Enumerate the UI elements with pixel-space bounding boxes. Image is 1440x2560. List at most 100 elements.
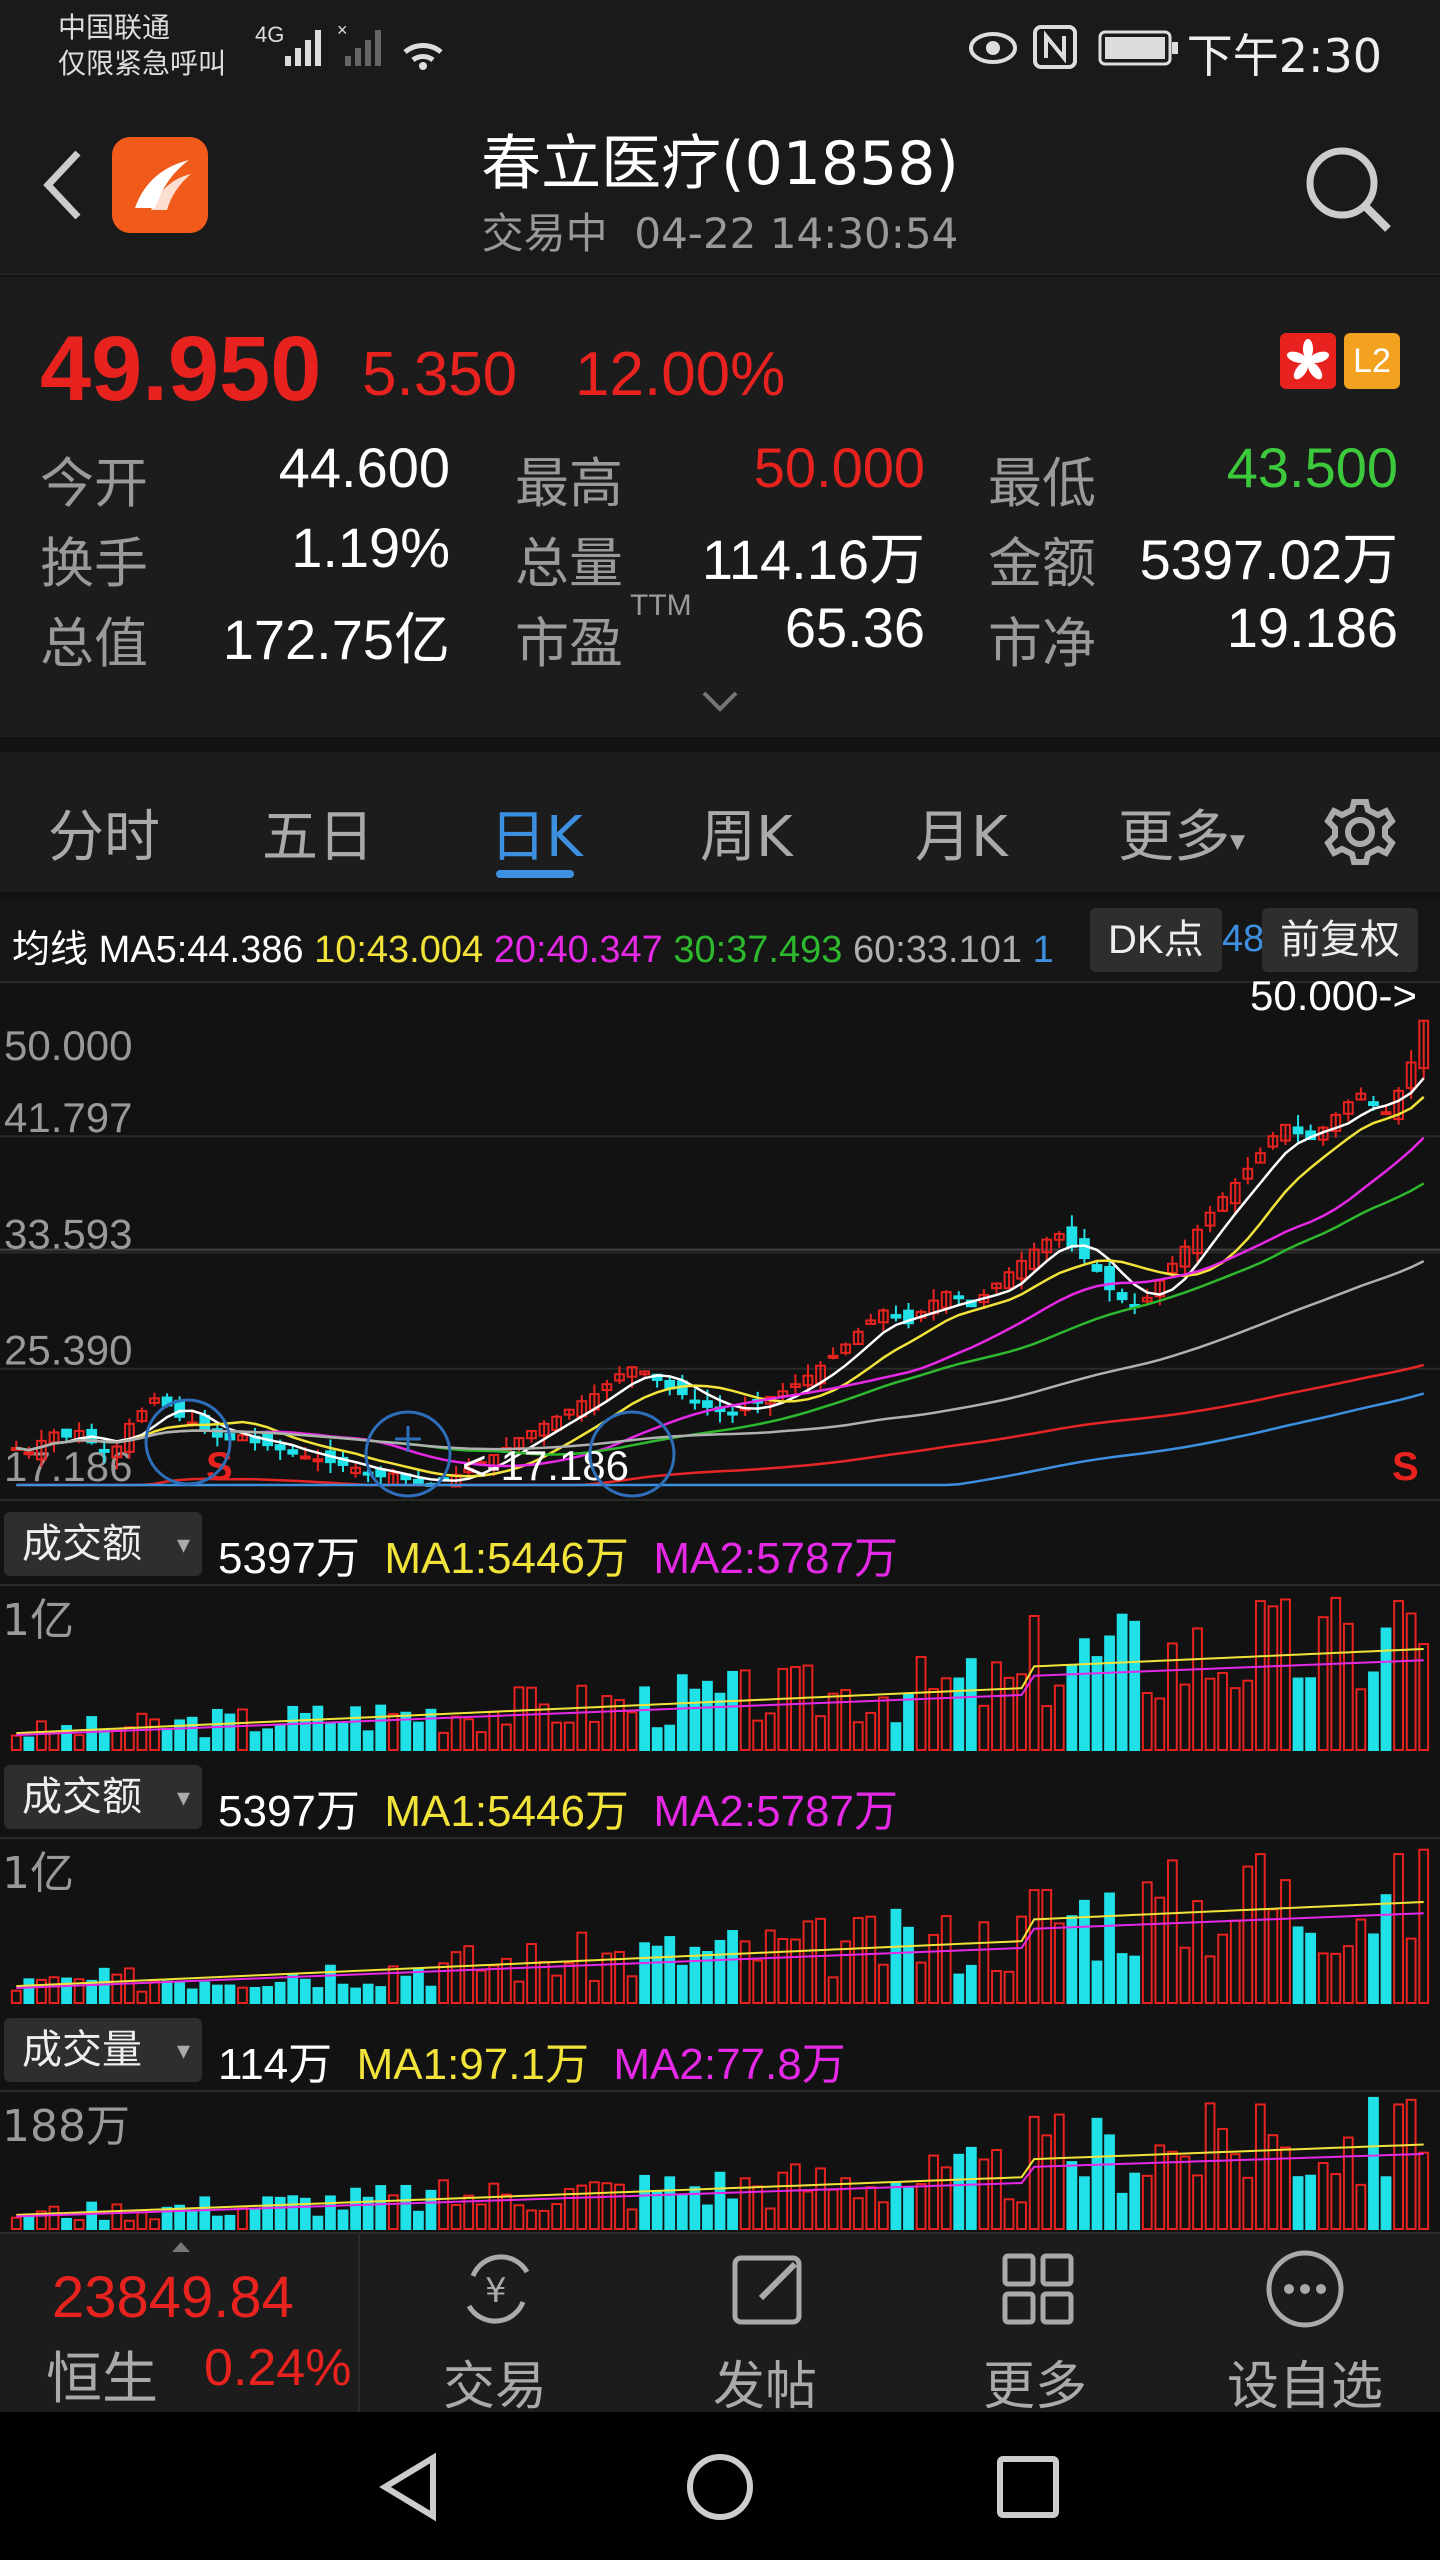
- ma5-value: MA5:44.386: [98, 929, 304, 971]
- volume-bar: [312, 1705, 324, 1751]
- y-tick-label: 41.797: [4, 1094, 132, 1141]
- indicator-dropdown[interactable]: 成交额 ▾: [4, 1512, 202, 1576]
- add-watchlist-button[interactable]: 设自选: [1170, 2234, 1440, 2417]
- volume-bar: [1267, 1908, 1279, 2004]
- tab-daily-k[interactable]: 日K: [490, 792, 583, 873]
- volume-bar: [1254, 1600, 1266, 1752]
- volume-bar: [488, 1964, 500, 2005]
- volume-bar: [513, 1980, 525, 2004]
- chevron-down-icon[interactable]: [700, 689, 740, 715]
- signal-marker: S: [1392, 1445, 1419, 1489]
- candle-body: [727, 1411, 738, 1416]
- dk-point-button[interactable]: DK点: [1090, 908, 1222, 972]
- sub-chart-header: 成交额 ▾ 5397万 MA1:5446万 MA2:5787万: [0, 1500, 1440, 1585]
- volume-bar: [1053, 1922, 1065, 2004]
- volume-bar: [425, 1985, 437, 2005]
- volume-bar: [1355, 1918, 1367, 2004]
- volume-bar: [1003, 2198, 1015, 2231]
- volume-bar: [1091, 1960, 1103, 2004]
- volume-bar: [1305, 1932, 1317, 2005]
- volume-bar: [940, 2166, 952, 2231]
- volume-bar: [639, 2174, 651, 2230]
- nav-home-icon[interactable]: [685, 2452, 755, 2522]
- volume-bar: [903, 1694, 914, 1751]
- indicator-ma1: MA1:5446万: [384, 1787, 629, 1836]
- tab-more[interactable]: 更多▾: [1118, 792, 1245, 873]
- volume-bar: [513, 2204, 525, 2231]
- nav-back-icon[interactable]: [375, 2452, 445, 2522]
- volume-bar: [1041, 1705, 1053, 1751]
- carrier-line2: 仅限紧急呼叫: [58, 47, 227, 80]
- candle-body: [1066, 1226, 1078, 1248]
- volume-bar: [601, 2182, 613, 2230]
- more-button[interactable]: 更多: [900, 2234, 1170, 2417]
- tab-five-day[interactable]: 五日: [262, 792, 374, 873]
- volume-bar: [350, 2187, 361, 2231]
- post-button[interactable]: 发帖: [630, 2234, 900, 2417]
- volume-bar: [400, 1711, 412, 1751]
- volume-bar: [199, 2196, 211, 2231]
- battery-icon: [1098, 30, 1178, 66]
- volume-bar: [86, 2201, 98, 2230]
- stat-label: 市净: [988, 612, 1096, 675]
- volume-bar: [1229, 2153, 1241, 2231]
- volume-bar: [903, 1926, 914, 2004]
- indicator-dropdown[interactable]: 成交额 ▾: [4, 1765, 202, 1829]
- volume-bar: [1053, 2113, 1065, 2230]
- status-bar: 中国联通 仅限紧急呼叫 4G × 下午2:30: [0, 0, 1440, 95]
- volume-bar: [98, 1967, 110, 2004]
- search-icon[interactable]: [1300, 141, 1396, 237]
- volume-bar: [299, 1978, 311, 2005]
- stat-label: 最高: [515, 452, 623, 515]
- y-tick-label: 33.593: [4, 1211, 132, 1258]
- volume-bar: [287, 2195, 299, 2230]
- trade-button[interactable]: ¥ 交易: [360, 2234, 630, 2417]
- page-title: 春立医疗(01858): [481, 129, 959, 199]
- bottom-bar: 23849.84 恒生 0.24% ¥ 交易 发帖 更多 设自选: [0, 2232, 1440, 2417]
- volume-bar: [890, 1908, 902, 2005]
- adjust-button[interactable]: 前复权: [1262, 908, 1418, 972]
- volume-bar: [1355, 2183, 1367, 2230]
- volume-bar: [526, 1943, 537, 2004]
- candle-body: [1091, 1264, 1103, 1272]
- stat-value: 50.000: [753, 436, 925, 499]
- volume-bar: [551, 1721, 563, 1752]
- volume-bar: [651, 2190, 663, 2231]
- volume-bar: [413, 2210, 424, 2230]
- volume-bar: [840, 1940, 852, 2005]
- volume-bar: [1242, 1865, 1254, 2005]
- volume-bar: [161, 1980, 173, 2004]
- indicator-ma2: MA2:5787万: [653, 1534, 898, 1583]
- volume-bar: [287, 1705, 299, 1752]
- tab-intraday[interactable]: 分时: [48, 792, 160, 873]
- trade-datetime: 04-22 14:30:54: [634, 209, 959, 258]
- volume-bar: [1041, 2134, 1053, 2231]
- candle-body: [890, 1314, 902, 1319]
- volume-bar: [626, 1975, 638, 2004]
- volume-bar: [400, 1975, 412, 2004]
- volume-bar: [488, 2182, 500, 2231]
- volume-bar: [551, 2203, 563, 2230]
- active-tab-indicator: [496, 870, 574, 878]
- nav-recents-icon[interactable]: [995, 2454, 1061, 2520]
- volume-bar: [664, 1936, 676, 2004]
- volume-bar: [928, 2154, 940, 2231]
- volume-scale-label: 1亿: [2, 1595, 74, 1646]
- volume-bar: [274, 2196, 286, 2230]
- volume-bar: [664, 1724, 676, 1751]
- volume-bar: [1141, 2174, 1153, 2231]
- tab-monthly-k[interactable]: 月K: [915, 792, 1008, 873]
- candle-body: [1292, 1126, 1304, 1135]
- volume-bar: [1330, 1952, 1342, 2005]
- gear-icon[interactable]: [1320, 792, 1400, 872]
- volume-bar: [1041, 1888, 1053, 2005]
- stat-value: 5397.02万: [1139, 528, 1398, 591]
- trade-status: 交易中: [481, 209, 608, 258]
- index-name: 恒生: [46, 2347, 158, 2412]
- indicator-dropdown[interactable]: 成交量 ▾: [4, 2018, 202, 2082]
- volume-bar: [475, 2203, 487, 2230]
- index-ticker[interactable]: 23849.84 恒生 0.24%: [0, 2234, 360, 2414]
- tab-weekly-k[interactable]: 周K: [700, 792, 793, 873]
- volume-bar: [186, 1716, 198, 1752]
- volume-bar: [614, 1699, 625, 1751]
